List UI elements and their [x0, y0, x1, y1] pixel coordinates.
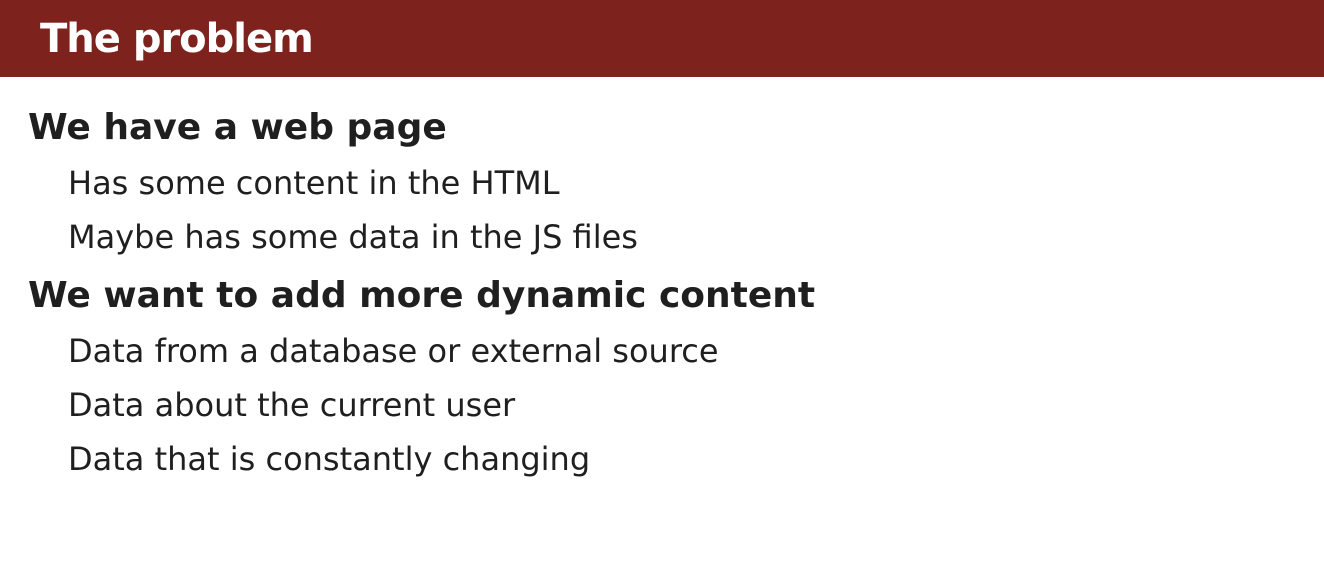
- bullet-item: Data about the current user: [68, 386, 516, 424]
- title-bar: The problem: [0, 0, 1324, 77]
- bullet-item: Data from a database or external source: [68, 332, 719, 370]
- slide-content: We have a web page Has some content in t…: [28, 100, 1298, 486]
- bullet-item: Maybe has some data in the JS files: [68, 218, 638, 256]
- bullet-heading: We have a web page: [28, 107, 447, 148]
- slide-title: The problem: [40, 16, 314, 62]
- bullet-heading: We want to add more dynamic content: [28, 275, 816, 316]
- bullet-section-1: We have a web page Has some content in t…: [28, 100, 1298, 264]
- slide: The problem We have a web page Has some …: [0, 0, 1324, 570]
- bullet-item: Data that is constantly changing: [68, 440, 591, 478]
- bullet-section-2: We want to add more dynamic content Data…: [28, 268, 1298, 486]
- bullet-item: Has some content in the HTML: [68, 164, 560, 202]
